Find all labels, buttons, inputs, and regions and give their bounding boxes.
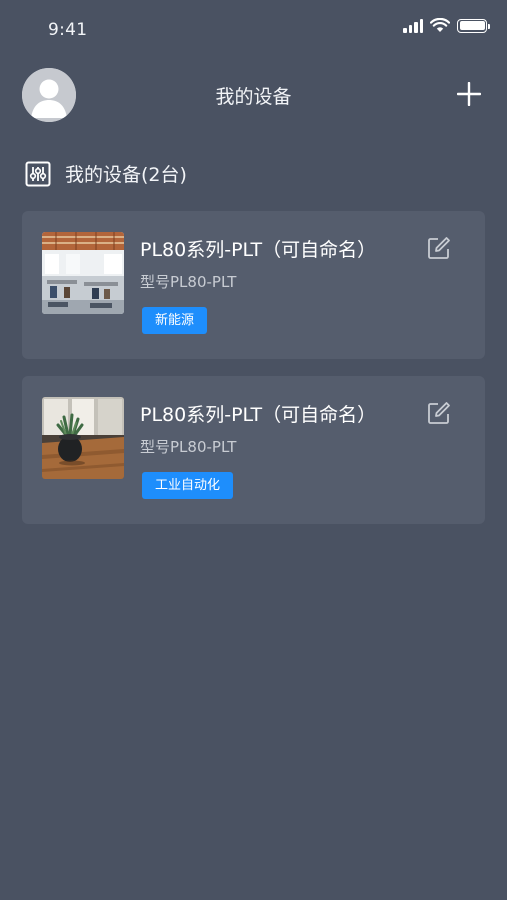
status-time: 9:41 xyxy=(48,20,88,40)
device-tag: 新能源 xyxy=(142,307,208,334)
plus-icon[interactable] xyxy=(457,82,481,106)
device-name: PL80系列-PLT（可自命名） xyxy=(140,239,377,261)
device-list: PL80系列-PLT（可自命名） 型号PL80-PLT 新能源 PL80系列-P… xyxy=(22,211,485,541)
device-tag: 工业自动化 xyxy=(142,472,234,499)
device-model: 型号PL80-PLT xyxy=(140,438,237,456)
edit-icon[interactable] xyxy=(427,236,451,260)
device-card[interactable]: PL80系列-PLT（可自命名） 型号PL80-PLT 新能源 xyxy=(22,211,485,359)
wifi-icon xyxy=(430,18,450,32)
page-title: 我的设备 xyxy=(215,86,292,108)
device-name: PL80系列-PLT（可自命名） xyxy=(140,404,377,426)
status-icons xyxy=(403,18,490,33)
header: 我的设备 xyxy=(0,66,507,122)
section-header: 我的设备(2台) xyxy=(25,160,187,187)
equalizer-sliders-icon xyxy=(25,161,51,186)
status-bar: 9:41 xyxy=(0,0,507,60)
office-interior-photo xyxy=(42,232,124,314)
potted-plant-on-table-photo xyxy=(42,397,124,479)
cellular-signal-icon xyxy=(403,18,423,33)
section-title: 我的设备(2台) xyxy=(65,164,187,186)
device-card[interactable]: PL80系列-PLT（可自命名） 型号PL80-PLT 工业自动化 xyxy=(22,376,485,524)
edit-icon[interactable] xyxy=(427,401,451,425)
device-model: 型号PL80-PLT xyxy=(140,273,237,291)
battery-icon xyxy=(457,18,490,33)
